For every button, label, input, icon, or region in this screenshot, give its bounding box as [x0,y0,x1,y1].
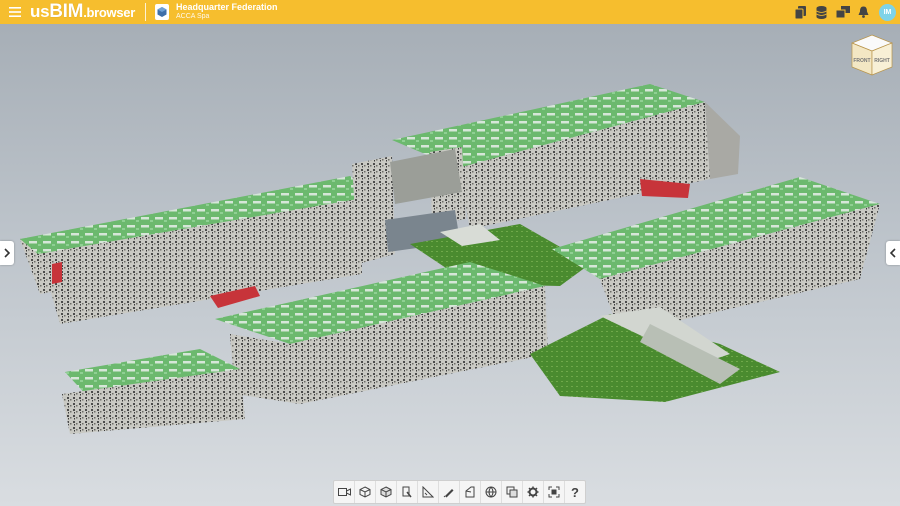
walk-icon[interactable] [397,481,418,503]
view-cube[interactable]: FRONT RIGHT [850,33,894,77]
box-view-icon[interactable] [355,481,376,503]
left-panel-toggle[interactable] [0,241,14,265]
project-cube-icon [154,4,169,20]
project-info[interactable]: Headquarter Federation ACCA Spa [176,2,278,22]
camera-icon[interactable] [334,481,355,503]
bottom-toolbar: ? [333,480,586,504]
header-tools: IM [792,0,896,24]
building-wing-southwest [62,349,245,434]
models-icon[interactable] [834,2,851,22]
app-logo[interactable]: us BIM .browser [30,1,135,23]
right-panel-toggle[interactable] [886,241,900,265]
project-name: Headquarter Federation [175,2,278,12]
bell-icon[interactable] [855,2,872,22]
viewcube-right-label: RIGHT [874,58,890,64]
settings-icon[interactable] [523,481,544,503]
fit-view-icon[interactable] [544,481,565,503]
chevron-left-icon [890,248,896,258]
globe-icon[interactable] [481,481,502,503]
database-icon[interactable] [813,2,830,22]
point-cloud-model[interactable] [0,24,900,480]
logo-bim: BIM [49,1,84,22]
user-avatar[interactable]: IM [879,3,896,21]
green-ramp [530,307,780,402]
viewcube-front-label: FRONT [853,58,870,64]
chevron-right-icon [4,248,10,258]
hamburger-menu-icon[interactable] [0,0,30,24]
measure-icon[interactable] [418,481,439,503]
logo-browser: .browser [83,5,135,20]
project-company: ACCA Spa [175,13,210,20]
section-box-icon[interactable] [376,481,397,503]
app-header: us BIM .browser Headquarter Federation ACC… [0,0,900,24]
markup-icon[interactable] [439,481,460,503]
compare-icon[interactable] [502,481,523,503]
layers-icon[interactable] [792,2,809,22]
clip-icon[interactable] [460,481,481,503]
logo-us: us [30,2,50,21]
help-button[interactable]: ? [565,481,585,503]
header-divider [144,3,146,21]
